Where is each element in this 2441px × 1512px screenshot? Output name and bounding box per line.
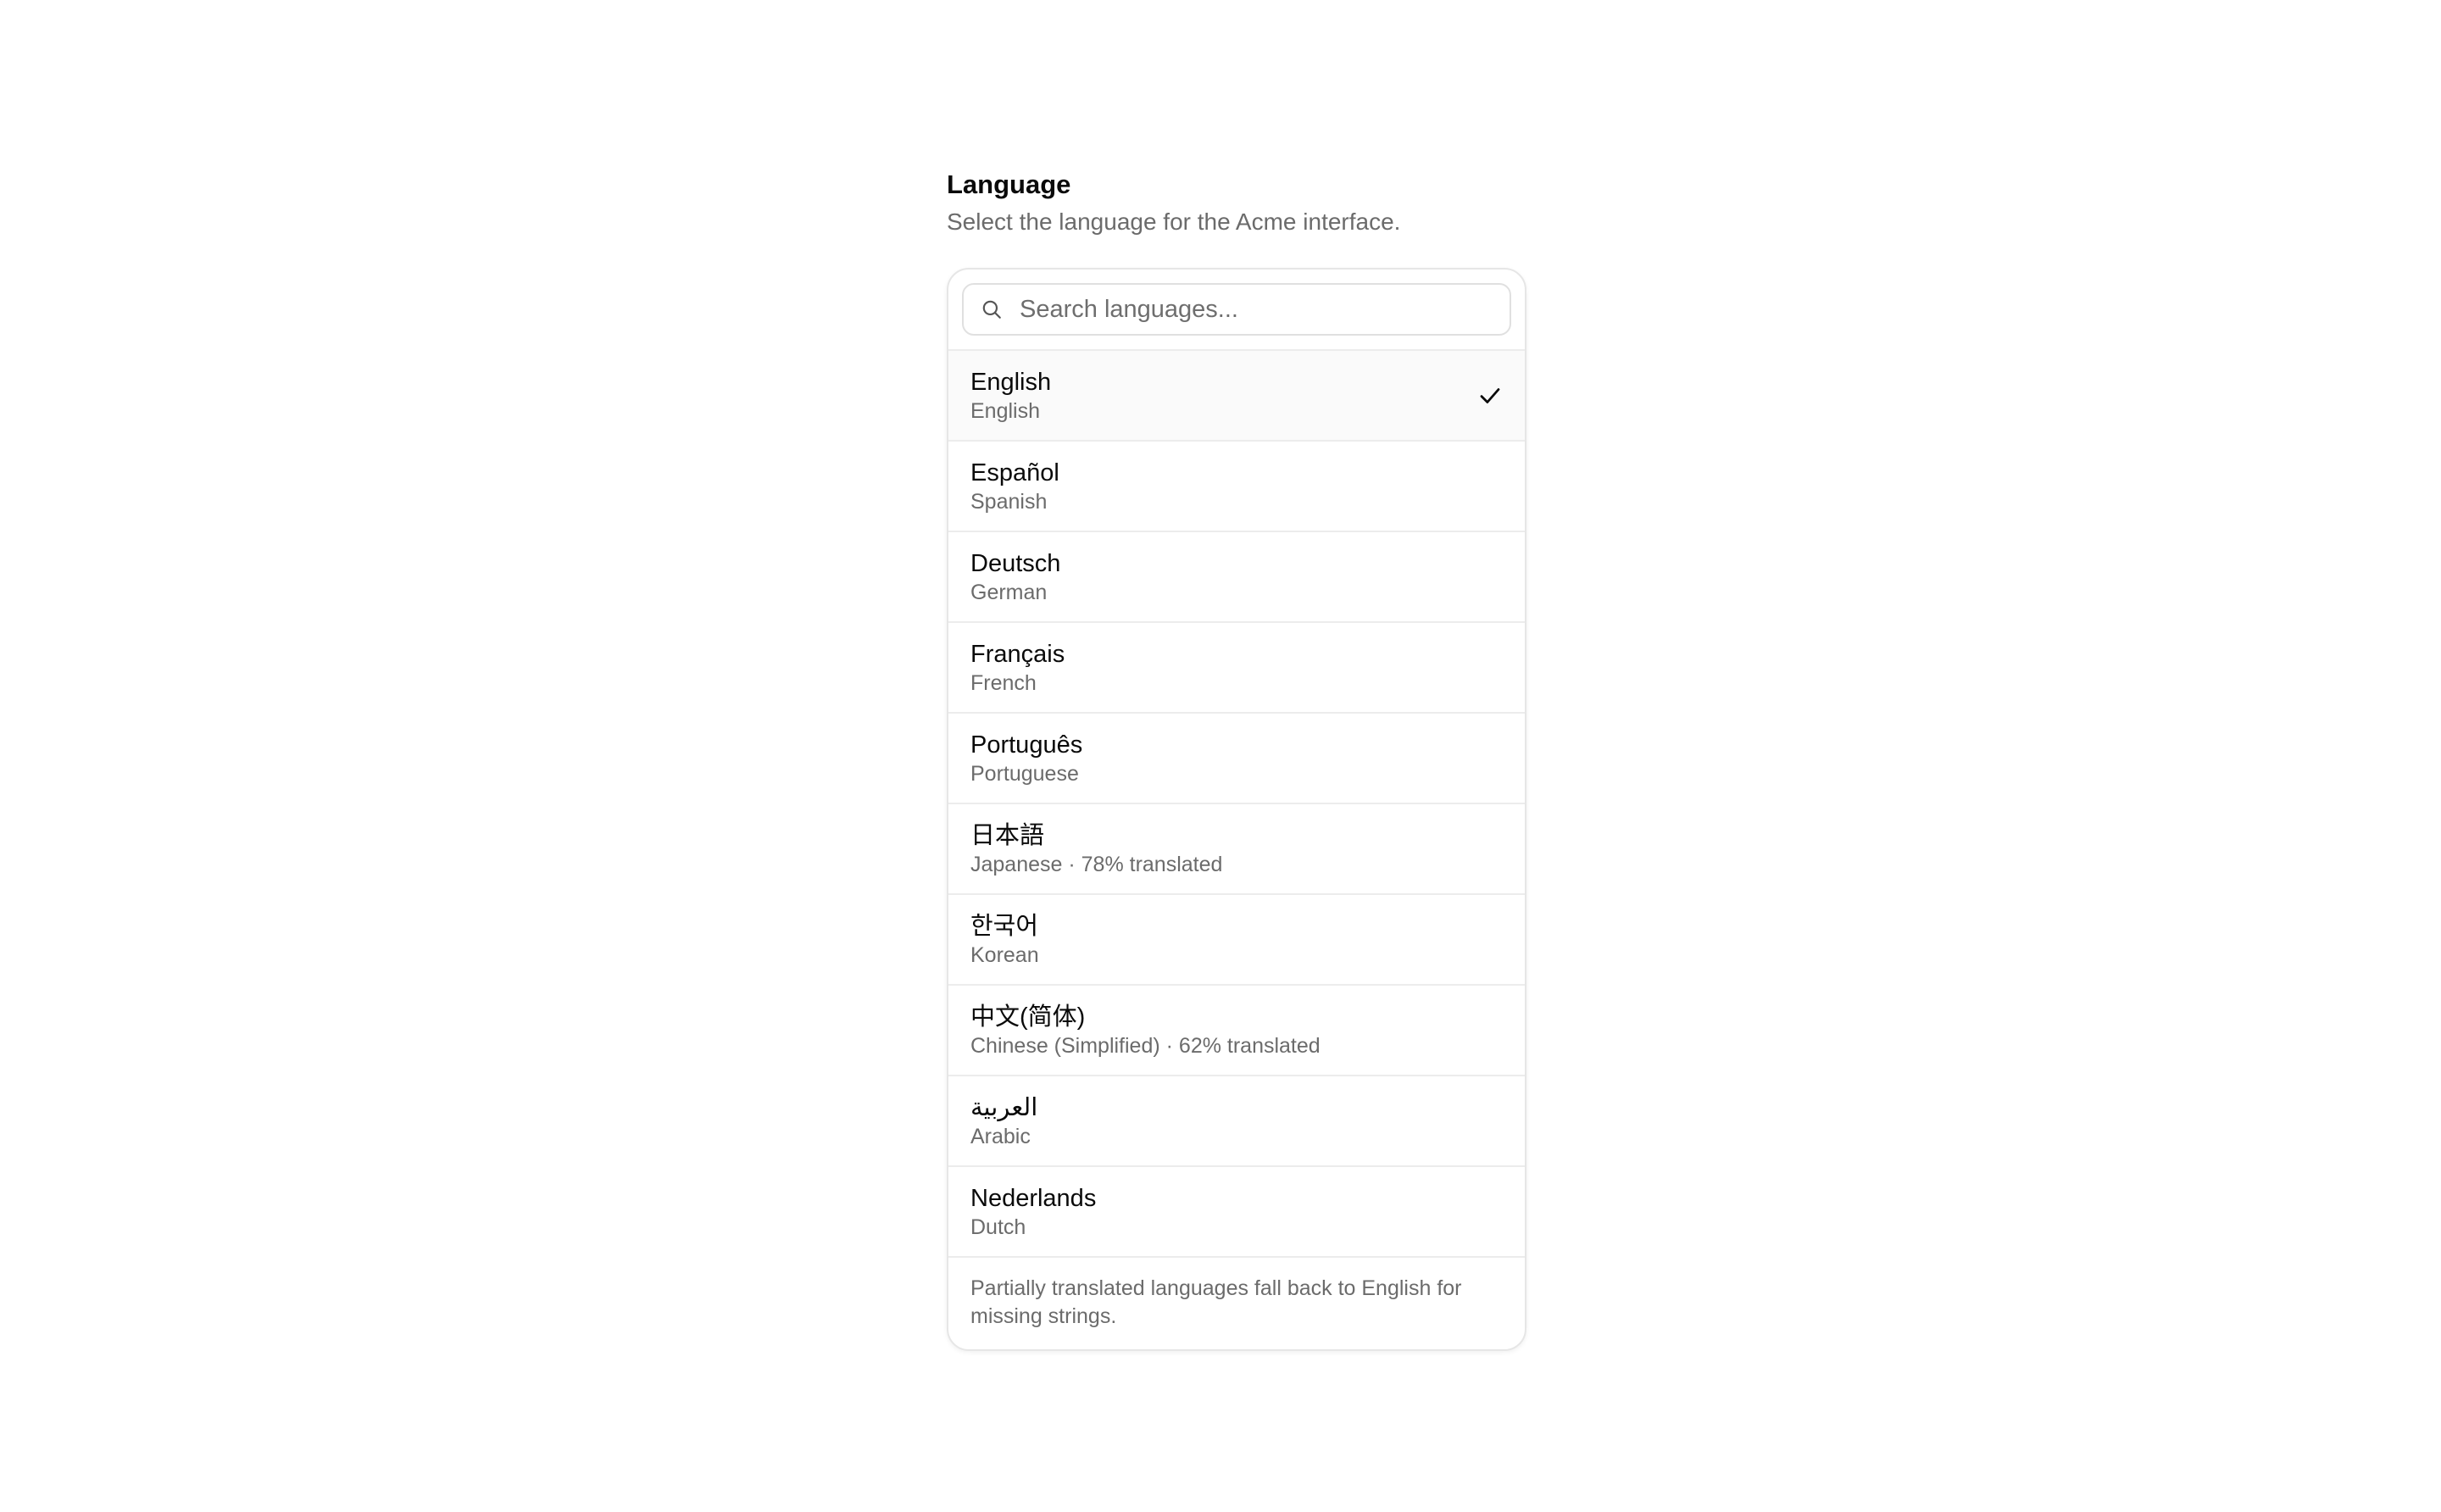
language-option-dutch[interactable]: Nederlands Dutch [948,1167,1525,1258]
checkmark-icon [1477,383,1503,409]
language-option-chinese-simplified[interactable]: 中文(简体) Chinese (Simplified) · 62% transl… [948,986,1525,1076]
language-english-name: English [970,398,1040,423]
language-english-name: French [970,670,1037,695]
language-english-name: Spanish [970,489,1048,514]
language-native-name: 한국어 [970,912,1039,940]
language-option-spanish[interactable]: Español Spanish [948,442,1525,532]
language-option-french[interactable]: Français French [948,623,1525,714]
language-native-name: English [970,368,1052,396]
language-english-name: Arabic [970,1124,1031,1148]
search-area [948,270,1525,351]
language-native-name: Nederlands [970,1184,1097,1212]
language-option-german[interactable]: Deutsch German [948,532,1525,623]
language-option-english[interactable]: English English [948,351,1525,442]
language-option-korean[interactable]: 한국어 Korean [948,895,1525,986]
page-subtitle: Select the language for the Acme interfa… [947,208,1401,235]
language-english-name: Dutch [970,1215,1026,1239]
language-settings: Language Select the language for the Acm… [947,166,1526,1351]
language-option-portuguese[interactable]: Português Portuguese [948,714,1525,804]
language-native-name: 日本語 [970,821,1045,849]
language-native-name: العربية [970,1093,1038,1121]
search-icon [981,298,1003,320]
language-option-arabic[interactable]: العربية Arabic [948,1076,1525,1167]
footer-note: Partially translated languages fall back… [970,1276,1462,1328]
language-native-name: 中文(简体) [970,1003,1086,1031]
language-english-name: Chinese (Simplified) · 62% translated [970,1033,1321,1058]
language-english-name: Japanese · 78% translated [970,852,1223,876]
search-box[interactable] [962,283,1511,336]
language-english-name: German [970,580,1048,604]
language-native-name: Português [970,731,1083,759]
language-english-name: Portuguese [970,761,1079,786]
language-list: English English Español Spanish Deutsch [948,351,1525,1258]
language-native-name: Deutsch [970,549,1061,577]
language-option-japanese[interactable]: 日本語 Japanese · 78% translated [948,804,1525,895]
language-native-name: Español [970,459,1059,486]
search-input[interactable] [1018,294,1493,325]
language-english-name: Korean [970,942,1039,967]
language-native-name: Français [970,640,1065,668]
page-title: Language [947,170,1071,199]
language-picker: English English Español Spanish Deutsch [947,268,1526,1351]
